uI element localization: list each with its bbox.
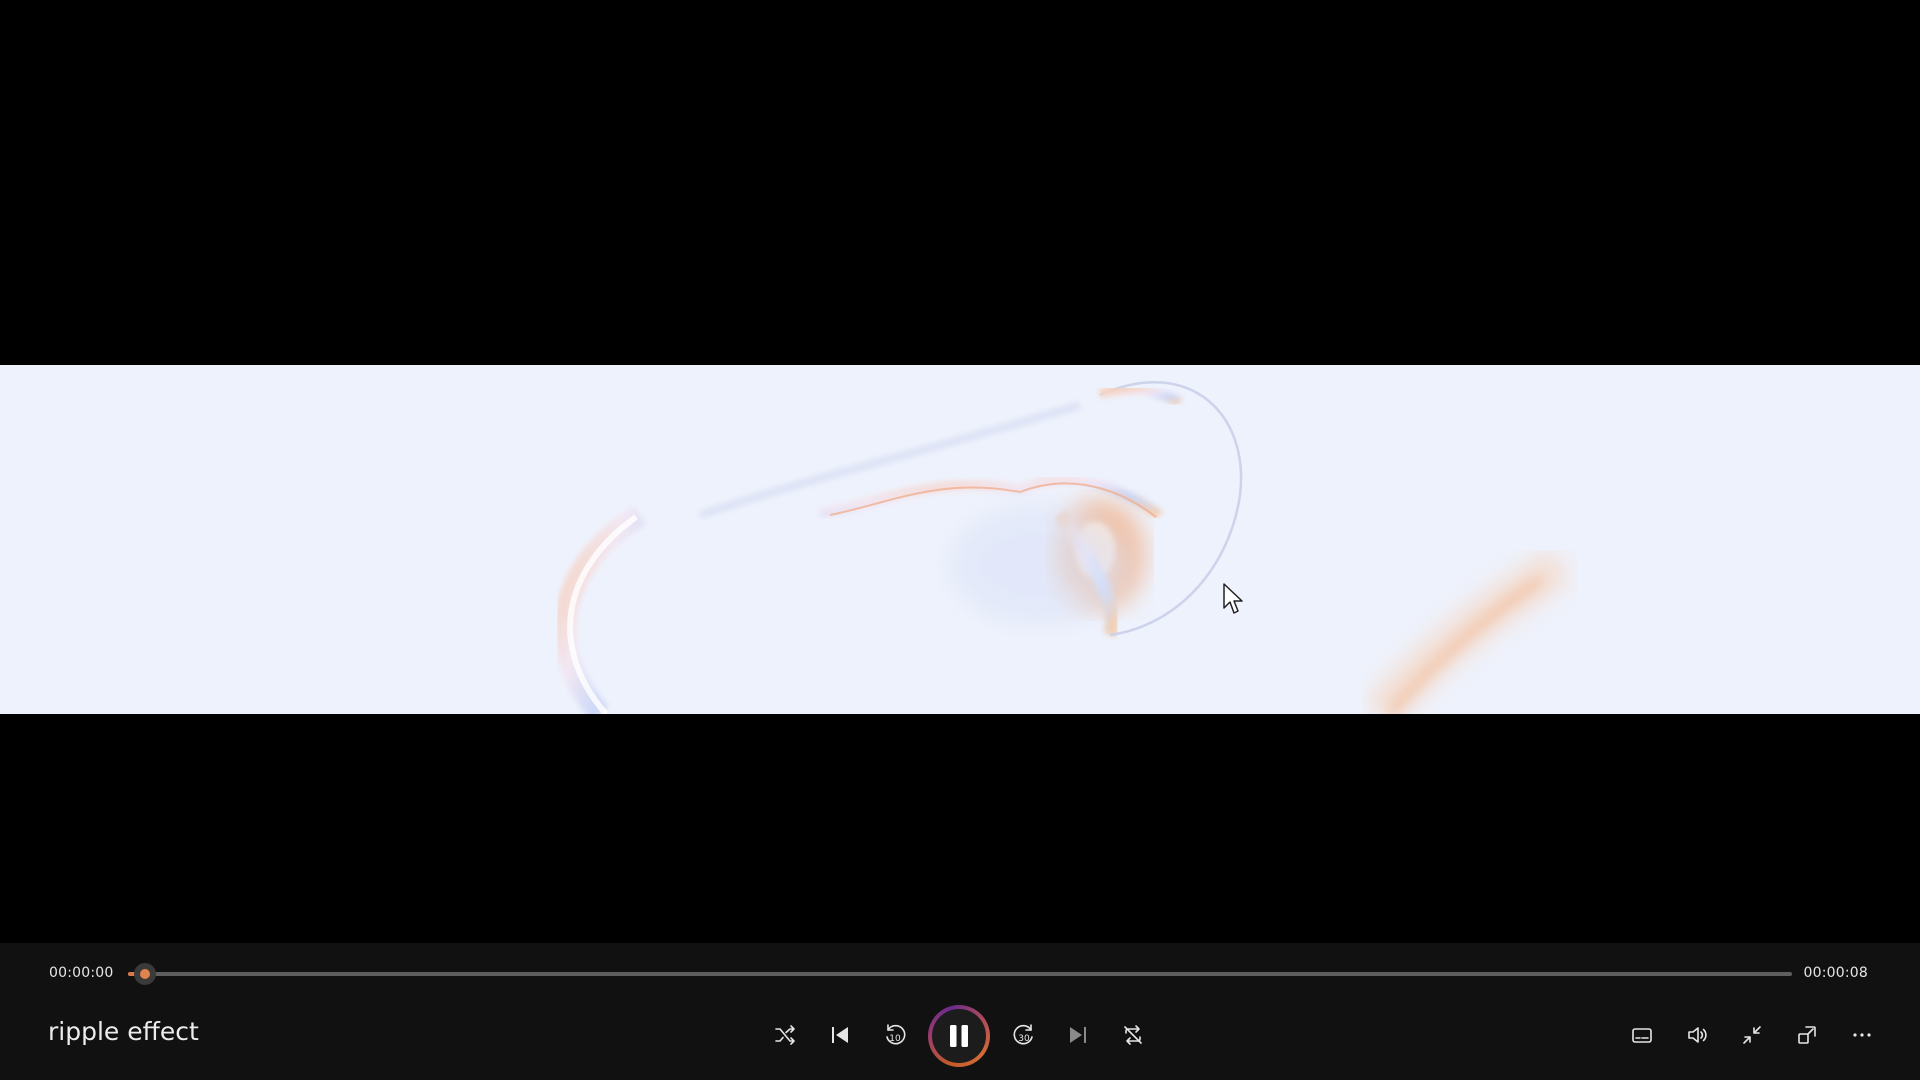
repeat-button[interactable]: [1111, 1013, 1155, 1057]
previous-track-icon: [832, 1027, 848, 1043]
video-content: [0, 365, 1920, 714]
skip-forward-button[interactable]: 30: [1002, 1013, 1046, 1057]
more-options-button[interactable]: [1840, 1013, 1884, 1057]
skip-forward-30-icon: 30: [1013, 1024, 1033, 1045]
media-player: 00:00:00 00:00:08 ripple effect 10 30: [0, 0, 1920, 1080]
repeat-off-icon: [1124, 1025, 1142, 1045]
mouse-cursor-icon: [1223, 583, 1243, 614]
exit-fullscreen-button[interactable]: [1730, 1013, 1774, 1057]
video-frame[interactable]: [0, 365, 1920, 714]
captions-button[interactable]: [1620, 1013, 1664, 1057]
next-track-icon: [1070, 1027, 1086, 1043]
video-title: ripple effect: [48, 1017, 199, 1046]
more-options-icon: [1853, 1033, 1871, 1037]
seek-bar[interactable]: [128, 962, 1792, 986]
mini-view-button[interactable]: [1785, 1013, 1829, 1057]
skip-back-button[interactable]: 10: [873, 1013, 917, 1057]
next-button[interactable]: [1056, 1013, 1100, 1057]
volume-icon: [1688, 1027, 1707, 1043]
captions-icon: [1632, 1028, 1652, 1043]
mini-view-icon: [1798, 1026, 1816, 1044]
previous-button[interactable]: [818, 1013, 862, 1057]
pause-button[interactable]: [928, 1005, 990, 1067]
seek-rail: [128, 972, 1792, 976]
exit-fullscreen-icon: [1743, 1026, 1761, 1044]
pause-icon: [950, 1025, 968, 1047]
skip-back-10-icon: 10: [886, 1024, 906, 1045]
skip-forward-label: 30: [1018, 1034, 1030, 1044]
total-time: 00:00:08: [1803, 965, 1868, 981]
current-time: 00:00:00: [49, 965, 114, 981]
control-bar: 00:00:00 00:00:08 ripple effect 10 30: [0, 943, 1920, 1080]
seek-thumb[interactable]: [133, 963, 156, 985]
shuffle-button[interactable]: [763, 1013, 807, 1057]
skip-back-label: 10: [889, 1034, 901, 1044]
pause-button-inner: [932, 1009, 986, 1063]
volume-button[interactable]: [1675, 1013, 1719, 1057]
shuffle-icon: [775, 1025, 795, 1045]
